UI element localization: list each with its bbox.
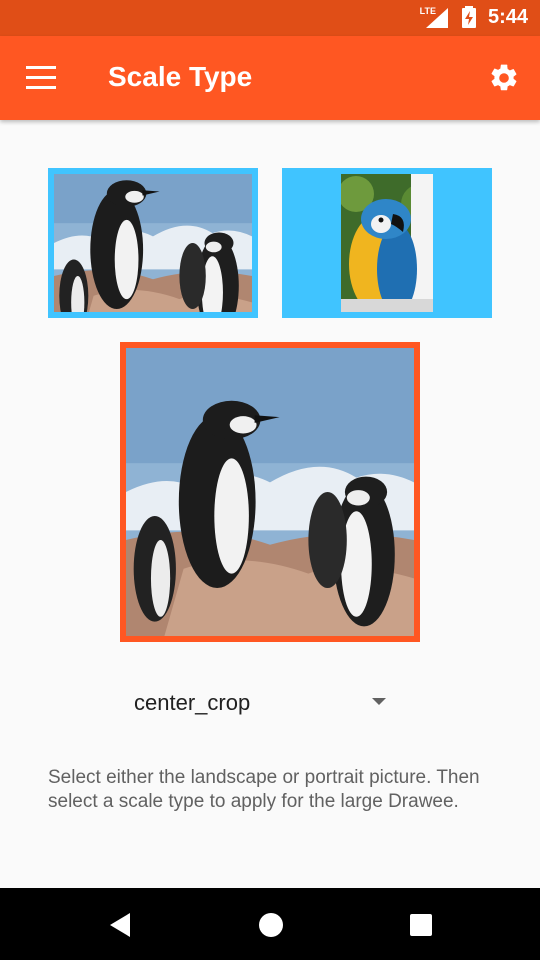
landscape-thumbnail[interactable] — [48, 168, 258, 318]
page-title: Scale Type — [108, 61, 253, 92]
signal-icon — [426, 8, 448, 28]
status-bar: LTE 5:44 — [0, 0, 540, 36]
hamburger-menu-icon[interactable] — [26, 66, 58, 90]
recents-icon[interactable] — [406, 910, 436, 940]
clock: 5:44 — [487, 6, 528, 28]
parrot-portrait-image — [341, 174, 433, 312]
help-text: Select either the landscape or portrait … — [48, 767, 480, 812]
gear-icon[interactable] — [488, 62, 520, 94]
app-toolbar: Scale Type — [0, 36, 540, 120]
scale-type-selected: center_crop — [134, 690, 251, 715]
dropdown-arrow-icon — [372, 698, 386, 705]
system-nav-bar — [0, 888, 540, 960]
back-icon[interactable] — [106, 910, 136, 940]
penguins-landscape-image — [54, 174, 252, 312]
home-icon[interactable] — [256, 910, 286, 940]
large-drawee[interactable] — [120, 342, 420, 642]
battery-charging-icon — [462, 6, 476, 28]
large-penguins-image — [126, 348, 414, 636]
scale-type-spinner[interactable]: center_crop — [134, 680, 394, 726]
portrait-thumbnail[interactable] — [282, 168, 492, 318]
